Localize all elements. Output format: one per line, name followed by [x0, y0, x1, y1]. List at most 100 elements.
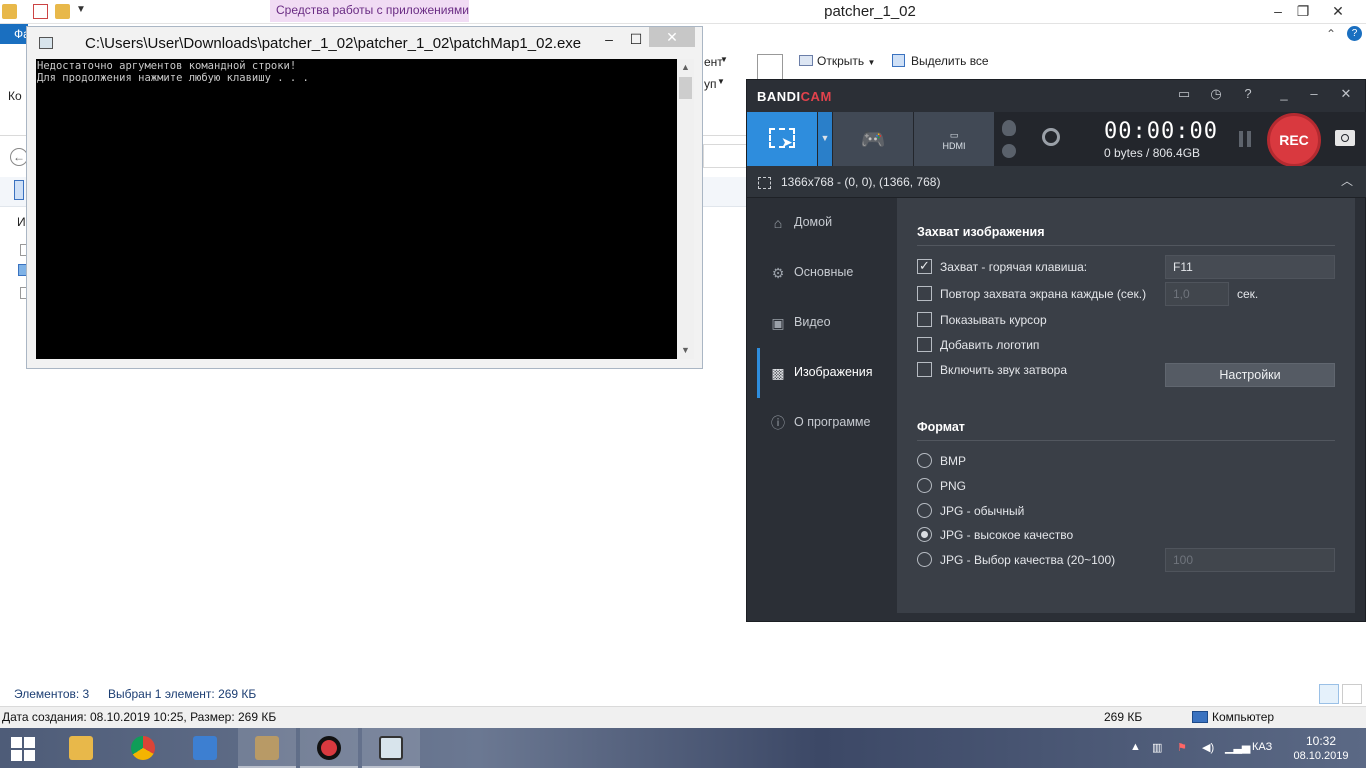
sidebar-item-images[interactable]: ▩ Изображения	[757, 348, 897, 398]
format-label-jpg-normal: JPG - обычный	[940, 504, 1025, 518]
signal-icon[interactable]: ▁▃▅	[1225, 741, 1250, 754]
settings-sidebar: ⌂ Домой ⚙ Основные ▣ Видео ▩ Изображения…	[757, 198, 897, 613]
screenshot-camera-icon[interactable]	[1335, 130, 1355, 146]
open-button[interactable]: Открыть ▼	[817, 54, 875, 68]
taskbar-console[interactable]	[362, 728, 420, 768]
bandicam-logo: BANDICAM	[757, 89, 832, 104]
folder-icon[interactable]: ▭	[1173, 84, 1195, 104]
select-all-button[interactable]: Выделить все	[911, 54, 989, 68]
start-button[interactable]	[0, 728, 48, 768]
images-settings-panel: Захват изображения Захват - горячая клав…	[897, 198, 1355, 613]
console-scrollbar[interactable]: ▲ ▼	[677, 59, 694, 359]
sidebar-item-home[interactable]: ⌂ Домой	[757, 198, 897, 248]
hotkey-field[interactable]: F11	[1165, 255, 1335, 279]
image-settings-icon: ▩	[771, 365, 785, 381]
chevron-down-icon: ▼	[820, 133, 830, 143]
taskbar-bandicam[interactable]	[300, 728, 358, 768]
device-mode-button[interactable]: ▭ HDMI	[914, 112, 994, 166]
show-cursor-checkbox[interactable]	[917, 312, 932, 327]
file-size: 269 КБ	[1104, 710, 1143, 724]
shutter-sound-checkbox[interactable]	[917, 362, 932, 377]
info-icon: ⓘ	[771, 415, 785, 431]
format-radio-jpg-normal[interactable]	[917, 503, 932, 518]
format-radio-jpg-custom[interactable]	[917, 552, 932, 567]
console-app-icon	[39, 37, 53, 49]
icons-view-button[interactable]	[1342, 684, 1362, 704]
mode-dropdown-button[interactable]: ▼	[818, 112, 832, 166]
minimize-button[interactable]: –	[1265, 0, 1291, 22]
scroll-thumb[interactable]	[679, 77, 692, 99]
format-label-jpg-custom: JPG - Выбор качества (20~100)	[940, 553, 1116, 567]
console-maximize-button[interactable]: ☐	[622, 29, 650, 49]
repeat-capture-checkbox[interactable]	[917, 286, 932, 301]
minimize-icon[interactable]: –	[1303, 84, 1325, 104]
chrome-icon	[131, 736, 155, 760]
language-indicator[interactable]: КАЗ	[1252, 741, 1272, 753]
console-minimize-button[interactable]: –	[595, 29, 623, 49]
help-icon[interactable]: ?	[1237, 84, 1259, 104]
format-radio-jpg-high[interactable]	[917, 527, 932, 542]
jpg-quality-field[interactable]: 100	[1165, 548, 1335, 572]
region-icon	[758, 177, 771, 189]
console-close-button[interactable]: ✕	[649, 27, 695, 47]
region-info: 1366x768 - (0, 0), (1366, 768)	[781, 175, 941, 189]
close-icon[interactable]: ✕	[1335, 84, 1357, 104]
sidebar-item-video[interactable]: ▣ Видео	[757, 298, 897, 348]
file-tab[interactable]: Фа	[0, 24, 30, 44]
screen-rectangle-mode-button[interactable]: ➤	[747, 112, 817, 166]
hotkey-checkbox[interactable]	[917, 258, 932, 274]
magnifier-icon	[193, 736, 217, 760]
mic-toggle-icon[interactable]	[1002, 120, 1016, 136]
network-icon[interactable]: ▥	[1152, 741, 1162, 754]
taskbar-explorer[interactable]	[52, 728, 110, 768]
show-hidden-icons[interactable]: ▲	[1130, 741, 1141, 753]
close-button[interactable]: ✕	[1325, 0, 1351, 22]
logo-settings-button[interactable]: Настройки	[1165, 363, 1335, 387]
scroll-down-icon[interactable]: ▼	[677, 345, 694, 355]
format-radio-bmp[interactable]	[917, 453, 932, 468]
shutter-sound-label: Включить звук затвора	[940, 363, 1068, 377]
chevron-up-icon[interactable]: ︿	[1341, 172, 1353, 189]
rec-button[interactable]: REC	[1267, 113, 1321, 167]
game-mode-button[interactable]: 🎮	[833, 112, 913, 166]
repeat-capture-label: Повтор захвата экрана каждые (сек.)	[940, 287, 1147, 301]
scroll-up-icon[interactable]: ▲	[677, 62, 694, 72]
details-view-button[interactable]	[1319, 684, 1339, 704]
nav-pane-icon[interactable]	[14, 180, 24, 200]
speaker-toggle-icon[interactable]	[1002, 144, 1016, 158]
console-output[interactable]: Недостаточно аргументов командной строки…	[36, 59, 677, 359]
maximize-button[interactable]: ❐	[1290, 0, 1316, 22]
console-line: Для продолжения нажмите любую клавишу . …	[37, 72, 309, 84]
pause-button[interactable]	[1237, 131, 1253, 147]
ribbon-collapse-icon[interactable]: ⌃	[1326, 27, 1336, 41]
taskbar-search-app[interactable]	[176, 728, 234, 768]
clock-date[interactable]: 08.10.2019	[1290, 750, 1352, 762]
hotkey-label: Захват - горячая клавиша:	[940, 260, 1088, 274]
action-center-icon[interactable]: ⚑	[1177, 741, 1187, 754]
gamepad-icon: 🎮	[860, 129, 886, 151]
volume-icon[interactable]: ◀)	[1202, 741, 1214, 754]
add-logo-checkbox[interactable]	[917, 337, 932, 352]
capture-section-title: Захват изображения	[917, 225, 1045, 239]
home-icon: ⌂	[773, 215, 783, 231]
folder-icon	[69, 736, 93, 760]
selected-info: Выбран 1 элемент: 269 КБ	[108, 687, 257, 701]
help-icon[interactable]: ?	[1347, 26, 1362, 41]
sidebar-item-about[interactable]: ⓘ О программе	[757, 398, 897, 448]
collapse-icon[interactable]: _	[1273, 84, 1295, 104]
clock-time[interactable]: 10:32	[1296, 734, 1346, 748]
ribbon-group2-partial[interactable]: уп	[704, 77, 717, 91]
format-label-png: PNG	[940, 479, 967, 493]
scroll-quill-icon	[255, 736, 279, 760]
format-radio-png[interactable]	[917, 478, 932, 493]
sidebar-item-general[interactable]: ⚙ Основные	[757, 248, 897, 298]
webcam-icon[interactable]	[1042, 128, 1060, 146]
taskbar-chrome[interactable]	[114, 728, 172, 768]
ribbon-copy-partial[interactable]: Ко	[8, 89, 22, 103]
taskbar-map-editor[interactable]	[238, 728, 296, 768]
clock-icon[interactable]: ◷	[1205, 84, 1227, 104]
region-bar[interactable]: 1366x768 - (0, 0), (1366, 768) ︿	[747, 166, 1366, 198]
repeat-interval-field[interactable]: 1,0	[1165, 282, 1229, 306]
add-logo-label: Добавить логотип	[940, 338, 1040, 352]
video-icon: ▣	[771, 315, 785, 331]
